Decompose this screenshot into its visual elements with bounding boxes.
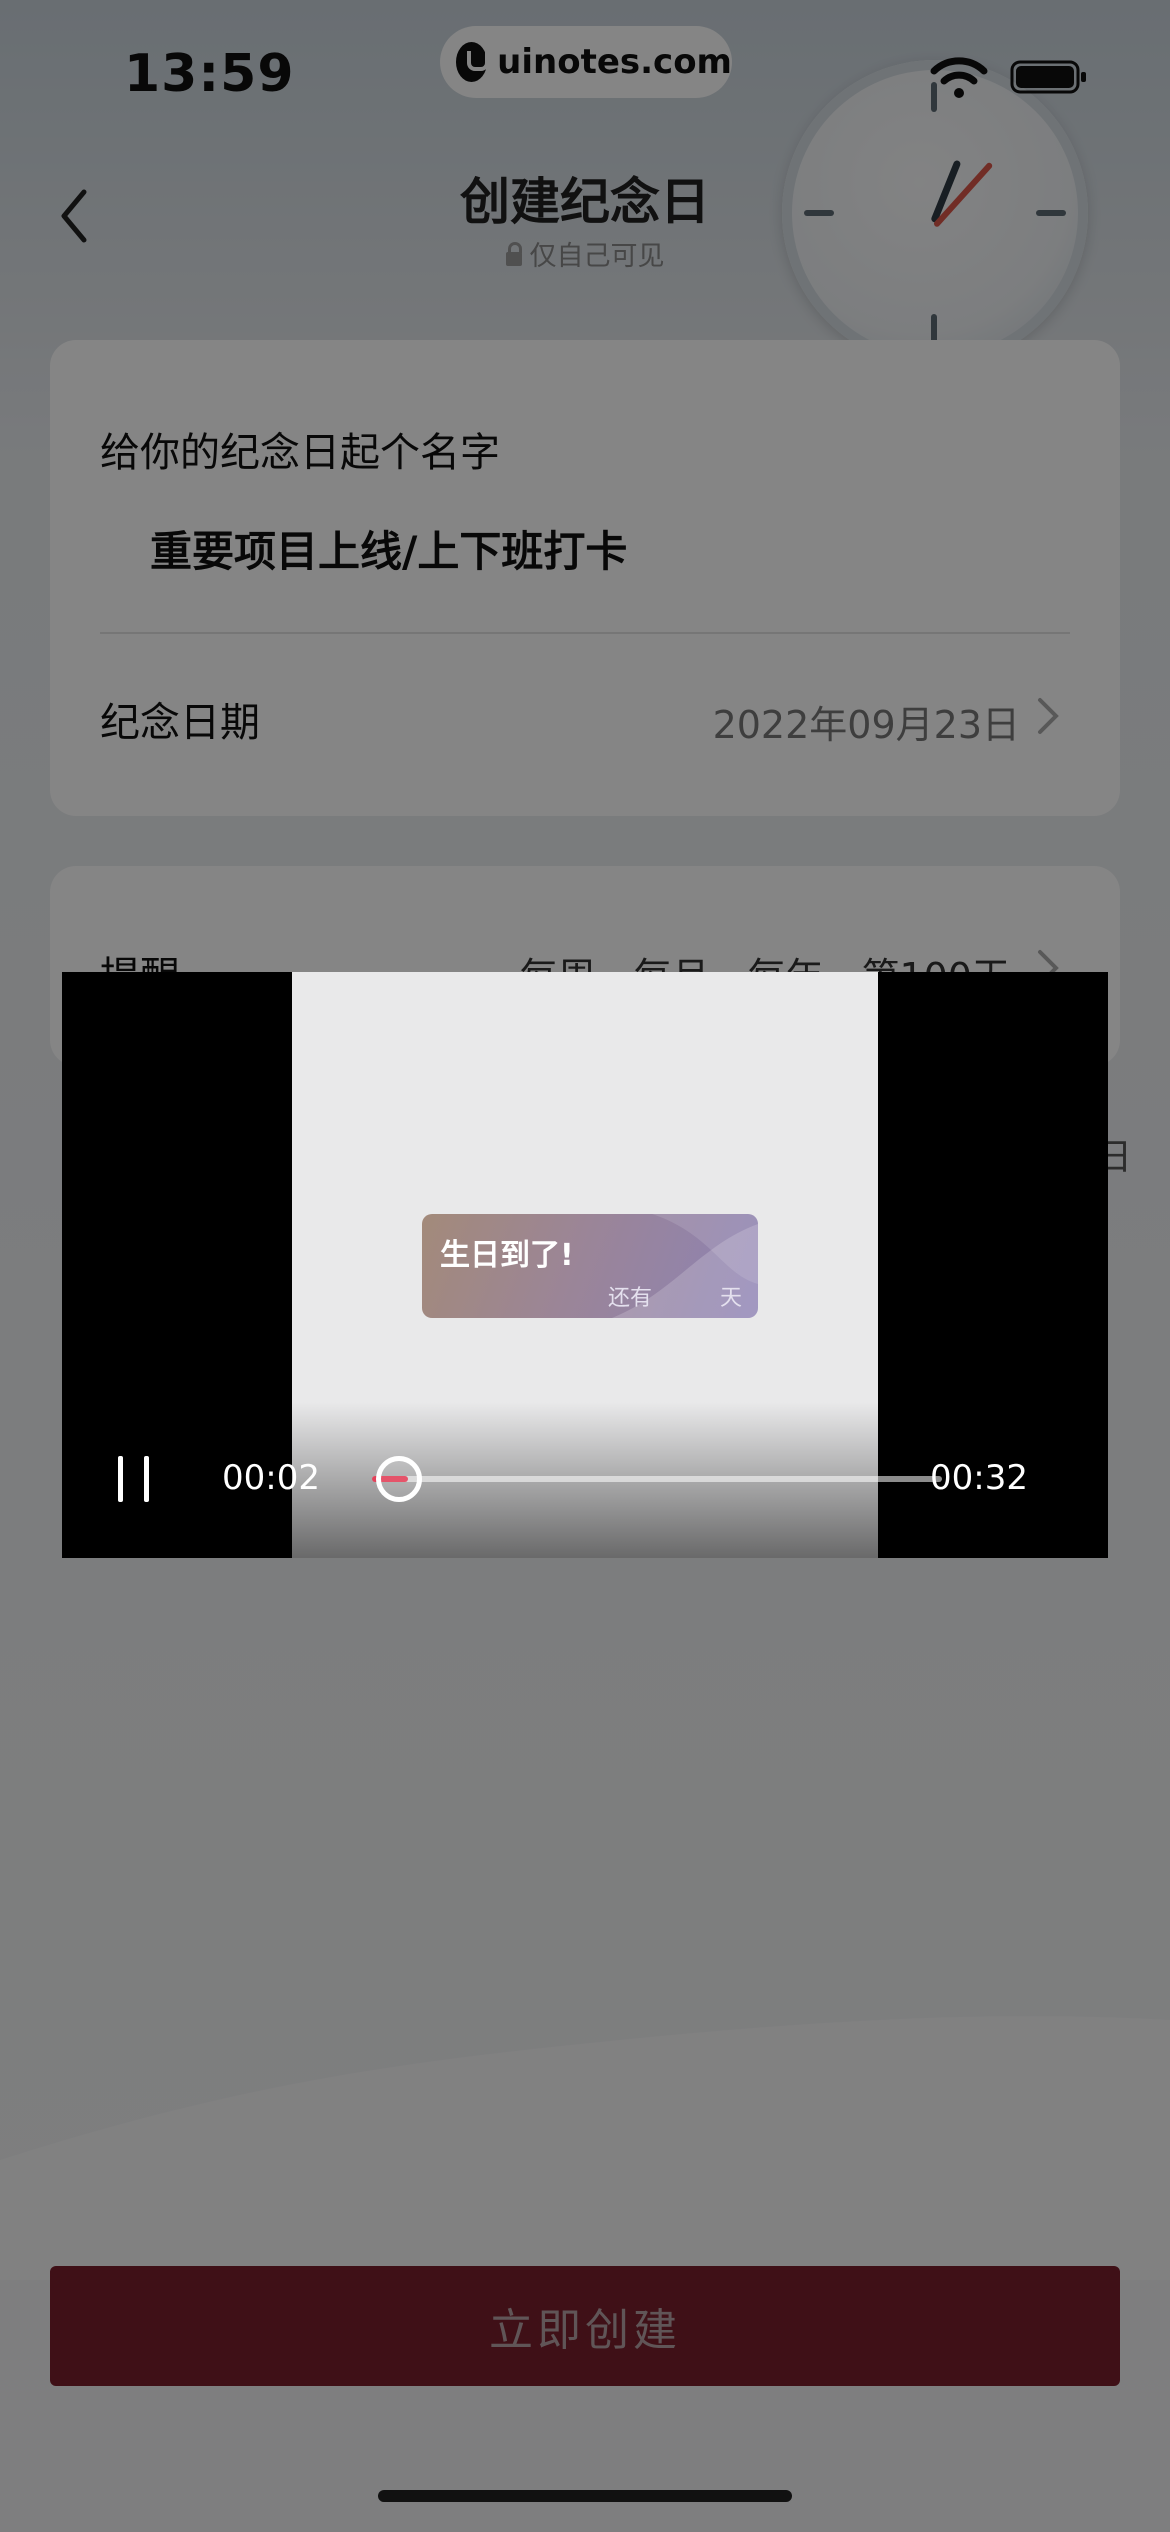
home-indicator xyxy=(378,2490,792,2502)
pause-button[interactable] xyxy=(114,1456,158,1502)
video-player[interactable]: 生日到了! 还有 天 00:02 00:32 xyxy=(62,972,1108,1558)
progress-track[interactable] xyxy=(372,1476,942,1482)
duration: 00:32 xyxy=(930,1458,1028,1498)
current-time: 00:02 xyxy=(222,1458,320,1498)
preview-widget-card: 生日到了! 还有 天 xyxy=(422,1214,758,1318)
scrub-handle[interactable] xyxy=(376,1456,422,1502)
